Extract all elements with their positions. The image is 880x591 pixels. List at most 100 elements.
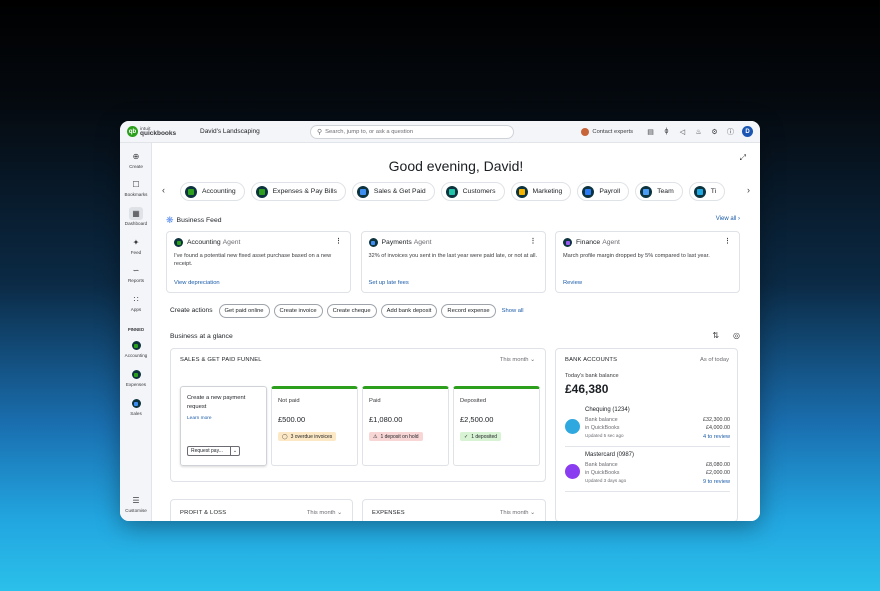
app-icon xyxy=(515,185,528,198)
sidebar-item-bookmarks[interactable]: ☐ Bookmarks xyxy=(120,178,152,197)
app-chip[interactable]: Team xyxy=(635,182,683,201)
more-options-icon[interactable]: ⋮ xyxy=(335,237,342,245)
create-action-button[interactable]: Add bank deposit xyxy=(380,303,438,318)
company-name[interactable]: David's Landscaping xyxy=(200,128,310,135)
agent-icon xyxy=(563,238,572,247)
app-chip[interactable]: Sales & Get Paid xyxy=(351,182,435,201)
lightning-icon[interactable]: ϕ xyxy=(660,125,673,138)
sidebar-item-feed[interactable]: ✦ Feed xyxy=(120,236,152,255)
review-link[interactable]: 9 to review xyxy=(703,479,730,485)
hide-icon[interactable]: ◎ xyxy=(733,331,740,340)
view-all-link[interactable]: View all › xyxy=(716,216,740,222)
create-payment-request-text: Create a new payment request xyxy=(187,395,246,410)
app-chip[interactable]: Customers xyxy=(440,182,505,201)
expand-icon[interactable]: ⤢ xyxy=(740,153,746,163)
card-message: I've found a potential new fixed asset p… xyxy=(174,253,332,267)
review-link[interactable]: 4 to review xyxy=(703,434,730,440)
status-icon: ✓ xyxy=(464,433,469,440)
sidebar-item-reports[interactable]: ∽ Reports xyxy=(120,264,152,283)
clipboard-icon[interactable]: ▤ xyxy=(644,125,657,138)
grid-icon: ∷ xyxy=(133,295,139,304)
bank-title: BANK ACCOUNTS xyxy=(565,357,618,363)
sidebar-item-sales[interactable]: Sales xyxy=(120,397,152,416)
request-payment-select[interactable]: Request pay... ⌄ xyxy=(187,446,240,456)
app-icon xyxy=(640,185,653,198)
user-avatar[interactable]: D xyxy=(742,126,753,137)
contact-experts-button[interactable]: Contact experts xyxy=(581,127,633,136)
funnel-period-select[interactable]: This month ⌄ xyxy=(500,357,535,363)
stage-status-badge[interactable]: ✓ 1 deposited xyxy=(460,432,502,441)
stage-status-badge[interactable]: ◯ 3 overdue invoices xyxy=(278,432,337,441)
megaphone-icon[interactable]: ◁ xyxy=(676,125,689,138)
bank-account-row[interactable]: Chequing (1234) Bank balance in QuickBooks… xyxy=(565,407,730,443)
sidebar-item-accounting[interactable]: Accounting xyxy=(120,339,152,358)
app-chip[interactable]: Accounting xyxy=(180,182,245,201)
sparkle-icon: ❋ xyxy=(166,215,174,225)
stage-amount: £2,500.00 xyxy=(460,415,494,424)
create-action-button[interactable]: Create cheque xyxy=(326,303,377,318)
card-action-link[interactable]: Review xyxy=(563,280,582,286)
bell-icon[interactable]: ♨ xyxy=(692,125,705,138)
dashboard-icon: ▦ xyxy=(129,207,143,220)
funnel-stage[interactable]: Paid £1,080.00 ⚠ 1 deposit on hold xyxy=(362,386,449,466)
account-icon xyxy=(565,419,580,434)
app-chip[interactable]: Marketing xyxy=(510,182,572,201)
help-icon[interactable]: ⓘ xyxy=(724,125,737,138)
chevron-right-icon[interactable]: › xyxy=(747,185,750,195)
card-message: 32% of invoices you sent in the last yea… xyxy=(368,253,538,259)
funnel-stage[interactable]: Deposited £2,500.00 ✓ 1 deposited xyxy=(453,386,540,466)
search-box[interactable]: ⚲ xyxy=(310,124,514,139)
sidebar-item-apps[interactable]: ∷ Apps xyxy=(120,293,152,312)
quickbooks-logo[interactable]: qb intuit quickbooks xyxy=(127,126,185,137)
business-at-a-glance-title: Business at a glance xyxy=(170,333,233,340)
chart-icon: ∽ xyxy=(132,266,140,275)
divider xyxy=(565,491,730,492)
create-action-button[interactable]: Record expense xyxy=(441,303,496,318)
main-content: Good evening, David! ⤢ ‹ Accounting Expen… xyxy=(152,143,760,521)
app-chip[interactable]: Ti xyxy=(688,182,726,201)
total-bank-balance: £46,380 xyxy=(565,382,609,396)
app-chips: Accounting Expenses & Pay Bills Sales & Ge… xyxy=(180,182,736,202)
qb-logo-icon: qb xyxy=(127,126,138,137)
more-options-icon[interactable]: ⋮ xyxy=(724,237,731,245)
card-action-link[interactable]: View depreciation xyxy=(174,280,220,286)
qb-balance-value: £4,000.00 xyxy=(706,425,730,431)
create-action-button[interactable]: Get paid online xyxy=(218,303,270,318)
card-message: March profile margin dropped by 5% compa… xyxy=(563,253,710,259)
create-action-button[interactable]: Create invoice xyxy=(273,303,323,318)
adjust-icon[interactable]: ⇅ xyxy=(712,331,719,340)
expenses-period-select[interactable]: This month ⌄ xyxy=(500,510,535,516)
chevron-down-icon: ⌄ xyxy=(230,447,239,455)
app-icon xyxy=(445,185,458,198)
sidebar-item-customise[interactable]: ☰ Customise xyxy=(120,494,152,513)
logo-line2: quickbooks xyxy=(140,130,177,137)
sidebar-item-expenses[interactable]: Expenses xyxy=(120,368,152,387)
accounting-app-icon xyxy=(131,341,141,350)
funnel-title: SALES & GET PAID FUNNEL xyxy=(180,357,262,363)
app-chip[interactable]: Expenses & Pay Bills xyxy=(250,182,346,201)
sales-app-icon xyxy=(131,399,141,408)
chevron-left-icon[interactable]: ‹ xyxy=(162,185,165,195)
show-all-link[interactable]: Show all xyxy=(502,308,524,314)
search-input[interactable] xyxy=(325,128,506,135)
sidebar: ⊕ Create ☐ Bookmarks ▦ Dashboard ✦ Feed … xyxy=(120,143,152,521)
app-icon xyxy=(185,185,197,198)
card-action-link[interactable]: Set up late fees xyxy=(369,280,409,286)
divider xyxy=(565,446,730,447)
sidebar-item-create[interactable]: ⊕ Create xyxy=(120,150,152,169)
expenses-app-icon xyxy=(131,370,141,379)
more-options-icon[interactable]: ⋮ xyxy=(530,237,537,245)
agent-icon xyxy=(174,238,183,247)
feed-cards: Accounting Agent ⋮ I've found a potential n… xyxy=(166,231,740,293)
pl-period-select[interactable]: This month ⌄ xyxy=(307,510,342,516)
funnel-stage[interactable]: Not paid £500.00 ◯ 3 overdue invoices xyxy=(271,386,358,466)
feed-card: Payments Agent ⋮ 32% of invoices you sent i… xyxy=(360,231,546,293)
sliders-icon: ☰ xyxy=(132,496,140,505)
profit-loss-panel: PROFIT & LOSS This month ⌄ xyxy=(170,499,353,521)
app-chip[interactable]: Payroll xyxy=(577,182,630,201)
learn-more-link[interactable]: Learn more xyxy=(187,416,260,421)
gear-icon[interactable]: ⚙ xyxy=(708,125,721,138)
bank-account-row[interactable]: Mastercard (0987) Bank balance in QuickBoo… xyxy=(565,452,730,488)
sidebar-item-dashboard[interactable]: ▦ Dashboard xyxy=(120,207,152,226)
stage-status-badge[interactable]: ⚠ 1 deposit on hold xyxy=(369,432,423,441)
